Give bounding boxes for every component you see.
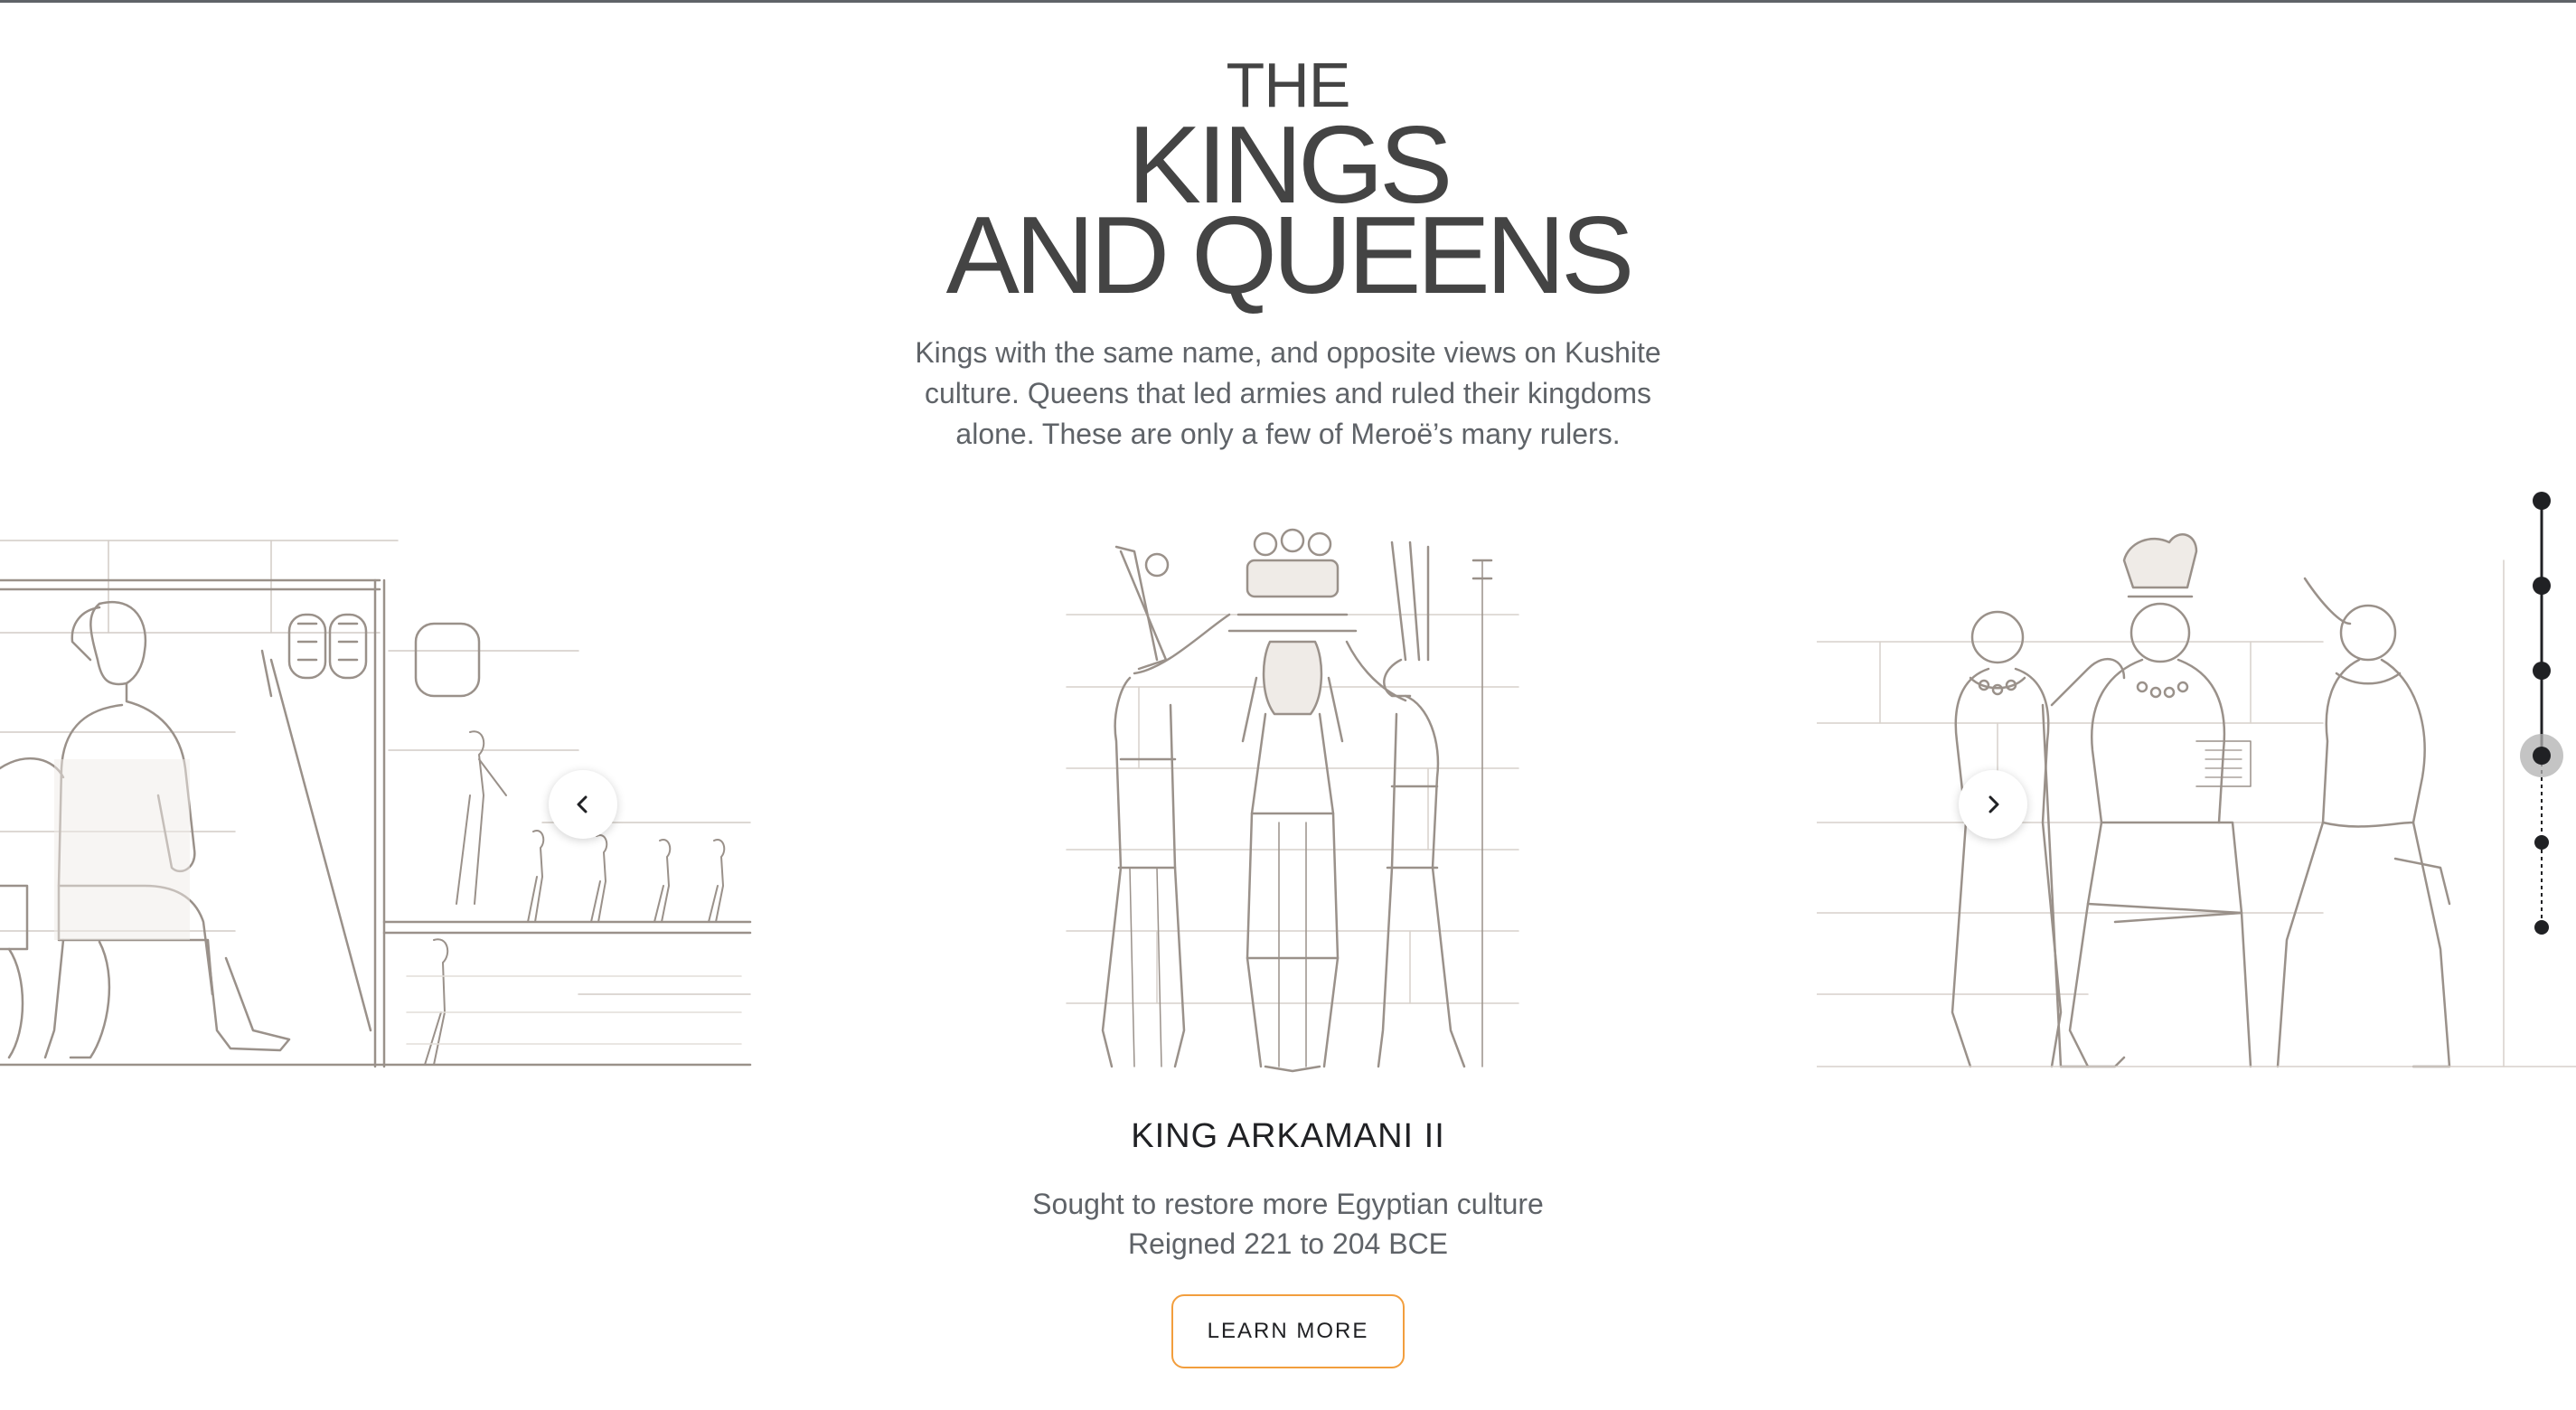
intro-paragraph: Kings with the same name, and opposite v… — [915, 336, 1661, 450]
page: THE KINGS AND QUEENS Kings with the same… — [0, 0, 2576, 1410]
ruler-caption: KING ARKAMANI II Sought to restore more … — [836, 1114, 1740, 1264]
chevron-left-icon — [577, 795, 588, 813]
timeline-nav — [2504, 488, 2567, 940]
timeline-stop-5[interactable] — [2534, 835, 2549, 850]
top-divider — [0, 0, 2576, 3]
next-slide-button[interactable] — [1959, 770, 2027, 839]
timeline-stop-3[interactable] — [2533, 662, 2551, 680]
chevron-right-icon — [1988, 795, 1999, 813]
ruler-name: KING ARKAMANI II — [1131, 1117, 1445, 1155]
timeline-stop-2[interactable] — [2533, 577, 2551, 595]
ruler-description: Sought to restore more Egyptian culture — [1032, 1188, 1544, 1220]
slide-next-illustration[interactable] — [1817, 524, 2576, 1085]
slide-previous-illustration[interactable] — [0, 524, 759, 1085]
ruler-reign: Reigned 221 to 204 BCE — [1127, 1227, 1449, 1260]
learn-more-button[interactable]: LEARN MORE — [1171, 1294, 1405, 1368]
slide-active-illustration[interactable] — [1048, 524, 1537, 1085]
title-line-and-queens: AND QUEENS — [945, 193, 1635, 316]
previous-slide-button[interactable] — [549, 770, 617, 839]
timeline-stop-6[interactable] — [2534, 920, 2549, 935]
timeline-stop-4[interactable] — [2533, 747, 2551, 765]
hero-title: THE KINGS AND QUEENS — [0, 51, 2576, 316]
timeline-stop-1[interactable] — [2533, 492, 2551, 510]
